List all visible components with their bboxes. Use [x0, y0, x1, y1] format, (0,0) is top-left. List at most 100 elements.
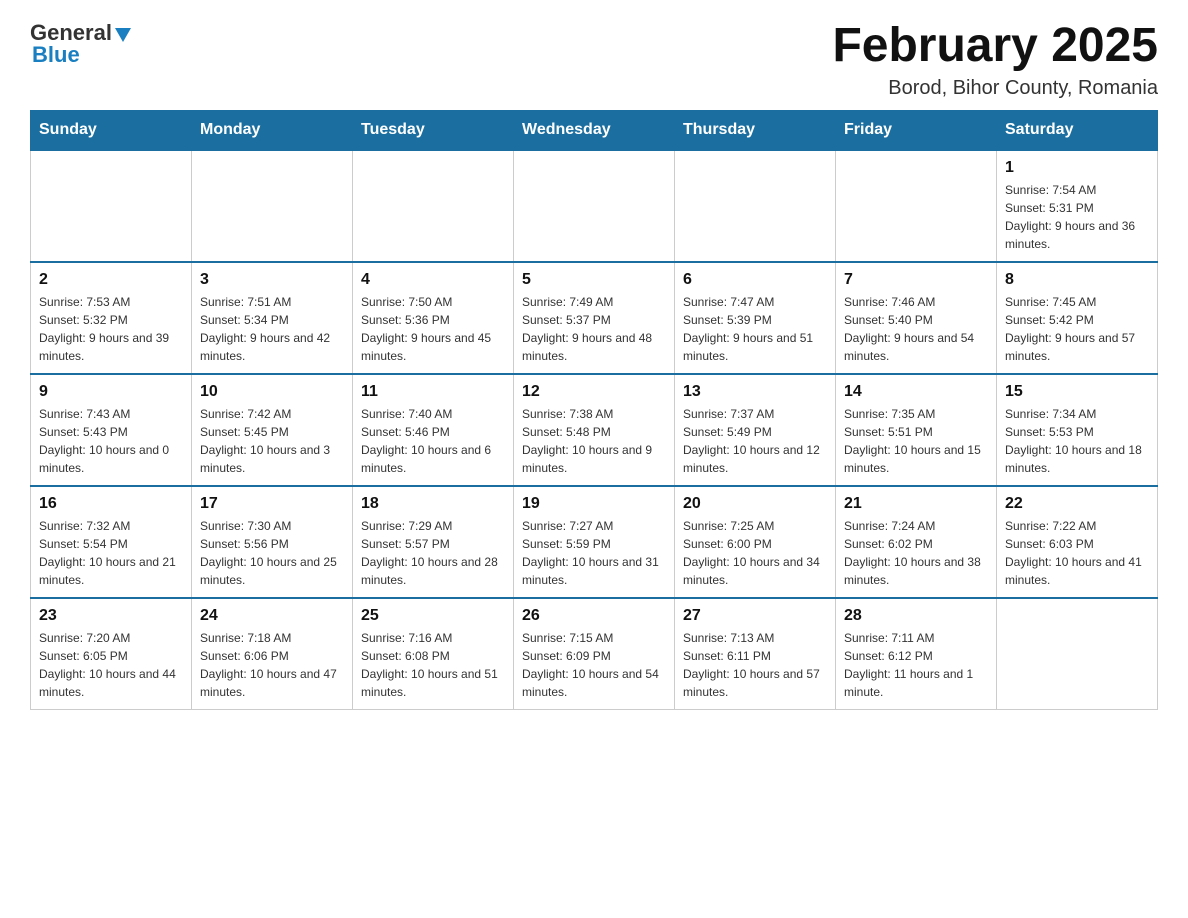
day-number: 6 — [683, 271, 827, 289]
day-number: 20 — [683, 495, 827, 513]
location-subtitle: Borod, Bihor County, Romania — [832, 77, 1158, 100]
day-number: 19 — [522, 495, 666, 513]
day-info: Sunrise: 7:50 AM Sunset: 5:36 PM Dayligh… — [361, 293, 505, 365]
day-number: 2 — [39, 271, 183, 289]
day-number: 1 — [1005, 159, 1149, 177]
calendar-day-header: Monday — [192, 110, 353, 150]
day-number: 18 — [361, 495, 505, 513]
day-number: 4 — [361, 271, 505, 289]
calendar-cell: 21 Sunrise: 7:24 AM Sunset: 6:02 PM Dayli… — [836, 486, 997, 598]
day-number: 3 — [200, 271, 344, 289]
calendar-cell: 1 Sunrise: 7:54 AM Sunset: 5:31 PM Daylig… — [997, 150, 1158, 262]
day-info: Sunrise: 7:25 AM Sunset: 6:00 PM Dayligh… — [683, 517, 827, 589]
day-info: Sunrise: 7:27 AM Sunset: 5:59 PM Dayligh… — [522, 517, 666, 589]
day-number: 22 — [1005, 495, 1149, 513]
page-header: General Blue February 2025 Borod, Bihor … — [30, 20, 1158, 100]
day-number: 9 — [39, 383, 183, 401]
calendar-cell: 14 Sunrise: 7:35 AM Sunset: 5:51 PM Dayli… — [836, 374, 997, 486]
calendar-cell: 25 Sunrise: 7:16 AM Sunset: 6:08 PM Dayli… — [353, 598, 514, 710]
calendar-cell — [192, 150, 353, 262]
logo: General Blue — [30, 20, 131, 68]
calendar-cell: 10 Sunrise: 7:42 AM Sunset: 5:45 PM Dayli… — [192, 374, 353, 486]
calendar-day-header: Wednesday — [514, 110, 675, 150]
day-number: 21 — [844, 495, 988, 513]
calendar-week-row: 9 Sunrise: 7:43 AM Sunset: 5:43 PM Daylig… — [31, 374, 1158, 486]
calendar-cell: 17 Sunrise: 7:30 AM Sunset: 5:56 PM Dayli… — [192, 486, 353, 598]
calendar-cell — [836, 150, 997, 262]
calendar-cell — [514, 150, 675, 262]
day-info: Sunrise: 7:46 AM Sunset: 5:40 PM Dayligh… — [844, 293, 988, 365]
day-info: Sunrise: 7:49 AM Sunset: 5:37 PM Dayligh… — [522, 293, 666, 365]
calendar-table: SundayMondayTuesdayWednesdayThursdayFrid… — [30, 110, 1158, 710]
calendar-week-row: 23 Sunrise: 7:20 AM Sunset: 6:05 PM Dayli… — [31, 598, 1158, 710]
day-number: 28 — [844, 607, 988, 625]
day-info: Sunrise: 7:16 AM Sunset: 6:08 PM Dayligh… — [361, 629, 505, 701]
day-info: Sunrise: 7:42 AM Sunset: 5:45 PM Dayligh… — [200, 405, 344, 477]
day-info: Sunrise: 7:22 AM Sunset: 6:03 PM Dayligh… — [1005, 517, 1149, 589]
calendar-cell: 24Sunrise: 7:18 AM Sunset: 6:06 PM Dayli… — [192, 598, 353, 710]
calendar-cell — [675, 150, 836, 262]
logo-text-blue: Blue — [30, 42, 80, 68]
calendar-cell: 11 Sunrise: 7:40 AM Sunset: 5:46 PM Dayli… — [353, 374, 514, 486]
day-info: Sunrise: 7:54 AM Sunset: 5:31 PM Dayligh… — [1005, 181, 1149, 253]
calendar-day-header: Friday — [836, 110, 997, 150]
day-number: 27 — [683, 607, 827, 625]
day-info: Sunrise: 7:32 AM Sunset: 5:54 PM Dayligh… — [39, 517, 183, 589]
day-number: 23 — [39, 607, 183, 625]
day-number: 16 — [39, 495, 183, 513]
day-number: 17 — [200, 495, 344, 513]
day-info: Sunrise: 7:13 AM Sunset: 6:11 PM Dayligh… — [683, 629, 827, 701]
calendar-cell: 12Sunrise: 7:38 AM Sunset: 5:48 PM Dayli… — [514, 374, 675, 486]
calendar-cell — [31, 150, 192, 262]
day-info: Sunrise: 7:51 AM Sunset: 5:34 PM Dayligh… — [200, 293, 344, 365]
calendar-cell — [997, 598, 1158, 710]
calendar-cell: 19 Sunrise: 7:27 AM Sunset: 5:59 PM Dayli… — [514, 486, 675, 598]
calendar-cell: 8Sunrise: 7:45 AM Sunset: 5:42 PM Daylig… — [997, 262, 1158, 374]
day-info: Sunrise: 7:35 AM Sunset: 5:51 PM Dayligh… — [844, 405, 988, 477]
calendar-cell: 3 Sunrise: 7:51 AM Sunset: 5:34 PM Daylig… — [192, 262, 353, 374]
calendar-cell: 9 Sunrise: 7:43 AM Sunset: 5:43 PM Daylig… — [31, 374, 192, 486]
day-info: Sunrise: 7:24 AM Sunset: 6:02 PM Dayligh… — [844, 517, 988, 589]
day-info: Sunrise: 7:30 AM Sunset: 5:56 PM Dayligh… — [200, 517, 344, 589]
day-info: Sunrise: 7:45 AM Sunset: 5:42 PM Dayligh… — [1005, 293, 1149, 365]
calendar-cell: 28 Sunrise: 7:11 AM Sunset: 6:12 PM Dayli… — [836, 598, 997, 710]
calendar-cell: 22 Sunrise: 7:22 AM Sunset: 6:03 PM Dayli… — [997, 486, 1158, 598]
calendar-cell: 18Sunrise: 7:29 AM Sunset: 5:57 PM Dayli… — [353, 486, 514, 598]
calendar-day-header: Saturday — [997, 110, 1158, 150]
calendar-week-row: 2Sunrise: 7:53 AM Sunset: 5:32 PM Daylig… — [31, 262, 1158, 374]
day-number: 5 — [522, 271, 666, 289]
calendar-week-row: 1 Sunrise: 7:54 AM Sunset: 5:31 PM Daylig… — [31, 150, 1158, 262]
calendar-day-header: Thursday — [675, 110, 836, 150]
calendar-header-row: SundayMondayTuesdayWednesdayThursdayFrid… — [31, 110, 1158, 150]
day-number: 10 — [200, 383, 344, 401]
calendar-cell: 6 Sunrise: 7:47 AM Sunset: 5:39 PM Daylig… — [675, 262, 836, 374]
day-info: Sunrise: 7:40 AM Sunset: 5:46 PM Dayligh… — [361, 405, 505, 477]
day-number: 12 — [522, 383, 666, 401]
calendar-cell: 7 Sunrise: 7:46 AM Sunset: 5:40 PM Daylig… — [836, 262, 997, 374]
day-number: 13 — [683, 383, 827, 401]
day-number: 15 — [1005, 383, 1149, 401]
day-info: Sunrise: 7:11 AM Sunset: 6:12 PM Dayligh… — [844, 629, 988, 701]
calendar-cell: 20 Sunrise: 7:25 AM Sunset: 6:00 PM Dayli… — [675, 486, 836, 598]
day-number: 24 — [200, 607, 344, 625]
day-info: Sunrise: 7:47 AM Sunset: 5:39 PM Dayligh… — [683, 293, 827, 365]
day-info: Sunrise: 7:20 AM Sunset: 6:05 PM Dayligh… — [39, 629, 183, 701]
logo-triangle-icon — [115, 28, 131, 42]
day-number: 25 — [361, 607, 505, 625]
calendar-cell: 15 Sunrise: 7:34 AM Sunset: 5:53 PM Dayli… — [997, 374, 1158, 486]
day-info: Sunrise: 7:37 AM Sunset: 5:49 PM Dayligh… — [683, 405, 827, 477]
calendar-cell: 5 Sunrise: 7:49 AM Sunset: 5:37 PM Daylig… — [514, 262, 675, 374]
day-info: Sunrise: 7:15 AM Sunset: 6:09 PM Dayligh… — [522, 629, 666, 701]
day-number: 14 — [844, 383, 988, 401]
day-number: 7 — [844, 271, 988, 289]
calendar-cell: 4 Sunrise: 7:50 AM Sunset: 5:36 PM Daylig… — [353, 262, 514, 374]
month-title: February 2025 — [832, 20, 1158, 73]
calendar-cell: 16 Sunrise: 7:32 AM Sunset: 5:54 PM Dayli… — [31, 486, 192, 598]
day-info: Sunrise: 7:34 AM Sunset: 5:53 PM Dayligh… — [1005, 405, 1149, 477]
day-number: 26 — [522, 607, 666, 625]
calendar-cell: 23 Sunrise: 7:20 AM Sunset: 6:05 PM Dayli… — [31, 598, 192, 710]
calendar-cell: 13 Sunrise: 7:37 AM Sunset: 5:49 PM Dayli… — [675, 374, 836, 486]
calendar-day-header: Sunday — [31, 110, 192, 150]
day-info: Sunrise: 7:43 AM Sunset: 5:43 PM Dayligh… — [39, 405, 183, 477]
day-number: 11 — [361, 383, 505, 401]
